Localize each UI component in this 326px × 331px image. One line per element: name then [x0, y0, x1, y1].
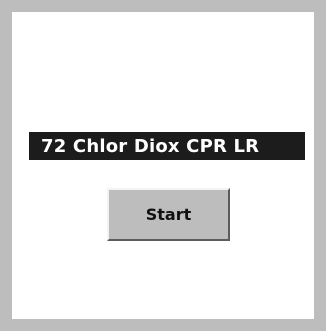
- start-button[interactable]: Start: [107, 188, 230, 241]
- content-panel: 72 Chlor Diox CPR LR Start: [12, 12, 314, 319]
- method-title: 72 Chlor Diox CPR LR: [41, 135, 260, 157]
- window-frame: 72 Chlor Diox CPR LR Start: [0, 0, 326, 331]
- start-button-label: Start: [145, 205, 192, 224]
- method-title-bar: 72 Chlor Diox CPR LR: [29, 132, 305, 160]
